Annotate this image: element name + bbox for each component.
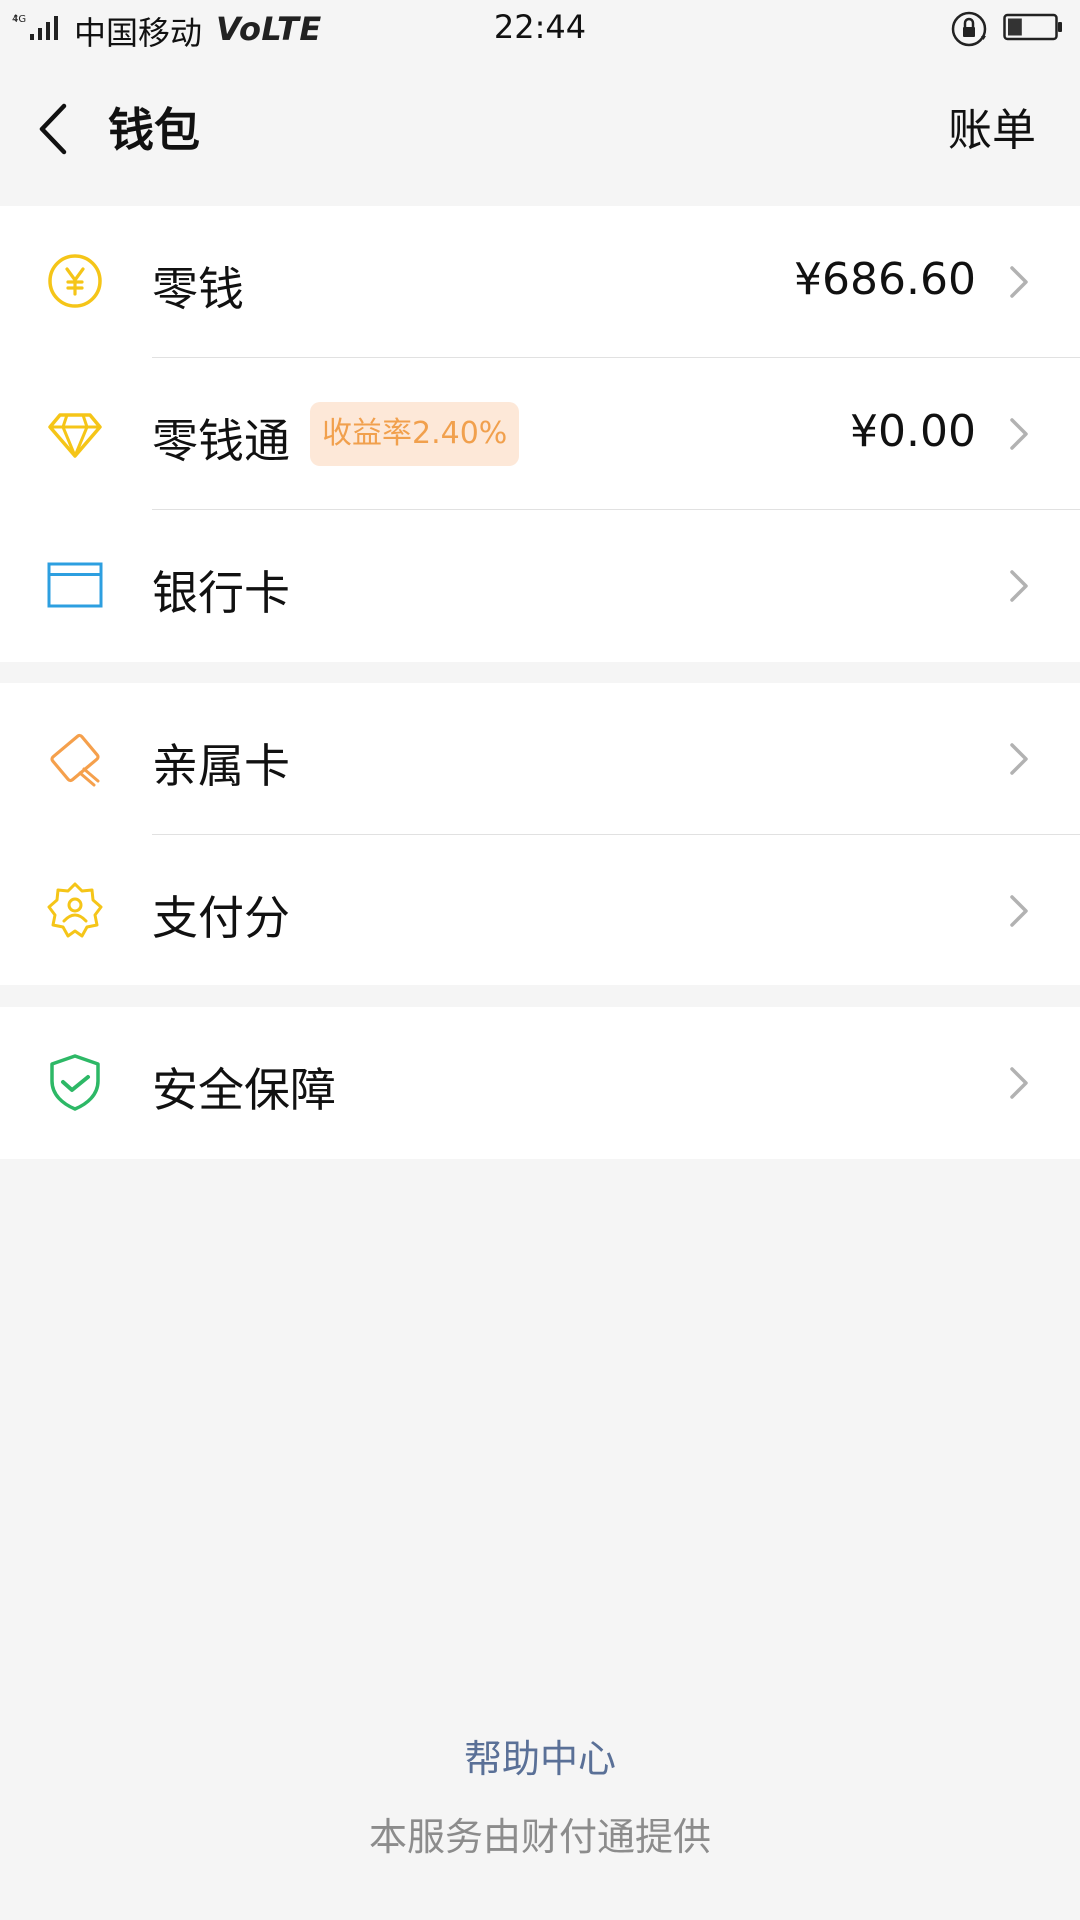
pay-score-icon xyxy=(47,882,103,938)
yuan-coin-icon xyxy=(48,254,102,308)
family-card-icon xyxy=(50,733,100,787)
chevron-right-icon xyxy=(1010,570,1028,602)
rotation-lock-icon xyxy=(951,11,987,47)
page-title: 钱包 xyxy=(108,103,200,157)
chevron-right-icon xyxy=(1010,743,1028,775)
list-item-pay-score[interactable]: 支付分 xyxy=(0,835,1080,987)
item-label: 亲属卡 xyxy=(152,739,290,793)
change-amount: ¥686.60 xyxy=(794,254,976,305)
chevron-right-icon xyxy=(1010,1067,1028,1099)
security-shield-icon xyxy=(50,1054,100,1111)
list-item-lingqiantong[interactable]: 零钱通 收益率2.40% ¥0.00 xyxy=(0,358,1080,510)
status-time: 22:44 xyxy=(493,8,587,46)
wallet-group-3: 安全保障 xyxy=(0,1007,1080,1159)
item-label: 支付分 xyxy=(152,891,290,945)
list-item-security[interactable]: 安全保障 xyxy=(0,1007,1080,1159)
item-label: 银行卡 xyxy=(152,566,290,620)
bill-button[interactable]: 账单 xyxy=(948,94,1036,158)
wallet-group-2: 亲属卡 支付分 xyxy=(0,683,1080,985)
item-label: 安全保障 xyxy=(152,1063,336,1117)
item-label: 零钱 xyxy=(152,262,244,316)
nav-bar: 钱包 账单 xyxy=(0,58,1080,206)
help-center-link[interactable]: 帮助中心 xyxy=(0,1728,1080,1783)
yield-badge: 收益率2.40% xyxy=(310,402,520,466)
status-bar: 4G ↕ 中国移动 VoLTE 22:44 xyxy=(0,0,1080,58)
lingqiantong-amount: ¥0.00 xyxy=(850,406,976,457)
wallet-group-1: 零钱 ¥686.60 零钱通 收益率2.40% ¥0.00 银行卡 xyxy=(0,206,1080,662)
battery-icon xyxy=(1003,13,1062,41)
chevron-right-icon xyxy=(1010,266,1028,298)
provider-text: 本服务由财付通提供 xyxy=(368,1815,711,1859)
list-item-change[interactable]: 零钱 ¥686.60 xyxy=(0,206,1080,358)
chevron-right-icon xyxy=(1010,895,1028,927)
back-arrow-icon xyxy=(39,103,67,155)
item-label: 零钱通 xyxy=(152,414,290,468)
chevron-right-icon xyxy=(1010,418,1028,450)
list-item-family-card[interactable]: 亲属卡 xyxy=(0,683,1080,835)
list-item-bank-card[interactable]: 银行卡 xyxy=(0,510,1080,662)
diamond-icon xyxy=(48,413,102,458)
bank-card-icon xyxy=(47,562,103,608)
back-button[interactable] xyxy=(28,88,84,170)
